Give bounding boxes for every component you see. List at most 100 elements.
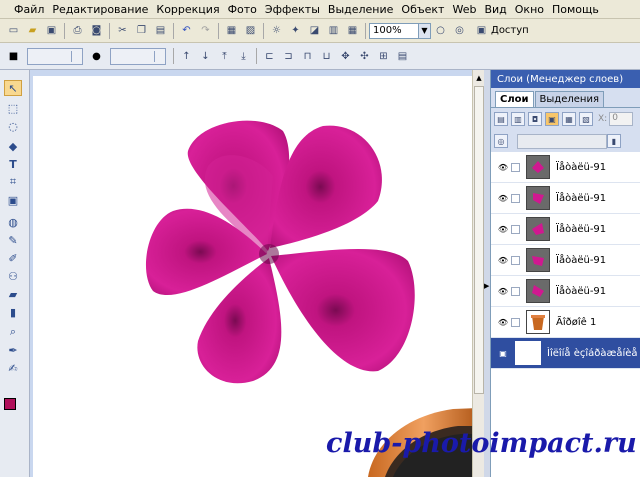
cut-icon[interactable]: ✂ — [114, 22, 131, 39]
open-folder-icon[interactable]: ▰ — [24, 22, 41, 39]
layer-checkbox[interactable] — [511, 255, 520, 265]
layer-new-icon[interactable]: ▤ — [494, 112, 508, 126]
tab-selections[interactable]: Выделения — [534, 91, 604, 107]
save-icon[interactable]: ▣ — [43, 22, 60, 39]
menu-file[interactable]: Файл — [10, 3, 48, 16]
arrow-down-icon[interactable]: ↓ — [197, 48, 214, 65]
menu-adjust[interactable]: Коррекция — [152, 3, 223, 16]
redo-icon[interactable]: ↷ — [197, 22, 214, 39]
vertical-scrollbar[interactable]: ▲ — [472, 70, 484, 477]
align-top-icon[interactable]: ⊔ — [318, 48, 335, 65]
text-tool-icon[interactable]: T — [4, 156, 22, 172]
levels-icon[interactable]: ▥ — [325, 22, 342, 39]
layer-row[interactable]: 👁 Ïåòàëü-91 — [491, 214, 640, 245]
align-center-icon[interactable]: ⊐ — [280, 48, 297, 65]
menu-window[interactable]: Окно — [511, 3, 548, 16]
move-center-icon[interactable]: ✣ — [356, 48, 373, 65]
enhance-icon[interactable]: ☼ — [268, 22, 285, 39]
collapse-arrow-icon[interactable]: ▶ — [484, 282, 489, 290]
eye-icon[interactable]: 👁 — [497, 163, 509, 172]
menu-edit[interactable]: Редактирование — [48, 3, 152, 16]
arrow-up-icon[interactable]: ↑ — [178, 48, 195, 65]
menu-web[interactable]: Web — [448, 3, 480, 16]
menu-help[interactable]: Помощь — [548, 3, 603, 16]
wand-icon[interactable]: ✦ — [287, 22, 304, 39]
eyedropper-tool-icon[interactable]: ✒ — [4, 342, 22, 358]
layer-row[interactable]: 👁 Ïåòàëü-91 — [491, 245, 640, 276]
distribute-icon[interactable]: ⊞ — [375, 48, 392, 65]
tab-layers[interactable]: Слои — [495, 91, 534, 107]
zoom-select[interactable]: 100% — [369, 22, 419, 39]
layer-checkbox[interactable] — [511, 317, 520, 327]
brush-tool-icon[interactable]: ✎ — [4, 232, 22, 248]
menu-photo[interactable]: Фото — [224, 3, 261, 16]
circle-icon[interactable]: ● — [88, 48, 105, 65]
scan-icon[interactable]: ◙ — [88, 22, 105, 39]
move-icon[interactable]: ✥ — [337, 48, 354, 65]
layer-row[interactable]: 👁 Ãîðøîê 1 — [491, 307, 640, 338]
layer-lock-icon[interactable]: ▦ — [562, 112, 576, 126]
height-spinner[interactable] — [110, 47, 166, 65]
zoom-out-icon[interactable]: ○ — [432, 22, 449, 39]
menu-effects[interactable]: Эффекты — [261, 3, 324, 16]
crop-tool-icon[interactable]: ⌗ — [4, 174, 22, 190]
layer-checkbox[interactable] — [511, 162, 520, 172]
align-right-icon[interactable]: ⊓ — [299, 48, 316, 65]
bucket-tool-icon[interactable]: ◍ — [4, 214, 22, 230]
menu-view[interactable]: Вид — [480, 3, 510, 16]
eye-icon[interactable]: 👁 — [497, 194, 509, 203]
arrow-top-icon[interactable]: ⤒ — [216, 48, 233, 65]
eye-icon[interactable]: 👁 — [497, 256, 509, 265]
scroll-up-icon[interactable]: ▲ — [474, 74, 484, 84]
pen-tool-icon[interactable]: ✍ — [4, 360, 22, 376]
foreground-color-swatch[interactable] — [4, 398, 16, 410]
fill-tool-icon[interactable]: ▮ — [4, 304, 22, 320]
arrow-bottom-icon[interactable]: ⤓ — [235, 48, 252, 65]
blend-mode-select[interactable] — [517, 133, 607, 149]
layer-checkbox[interactable] — [511, 193, 520, 203]
menu-object[interactable]: Объект — [397, 3, 448, 16]
eraser-tool-icon[interactable]: ▰ — [4, 286, 22, 302]
paste-icon[interactable]: ▤ — [152, 22, 169, 39]
image-icon[interactable]: ▨ — [242, 22, 259, 39]
layer-row[interactable]: 👁 Ïåòàëü-91 — [491, 276, 640, 307]
layer-link-icon[interactable]: ▧ — [579, 112, 593, 126]
grid-icon[interactable]: ▦ — [344, 22, 361, 39]
layer-checkbox[interactable] — [511, 224, 520, 234]
eye-icon[interactable]: 👁 — [497, 318, 509, 327]
zoom-in-icon[interactable]: ◎ — [451, 22, 468, 39]
shape-tool-icon[interactable]: ◆ — [4, 138, 22, 154]
clone-tool-icon[interactable]: ⚇ — [4, 268, 22, 284]
square-icon[interactable]: ■ — [5, 48, 22, 65]
x-input[interactable]: 0 — [609, 112, 634, 126]
layer-row[interactable]: 👁 Ïåòàëü-91 — [491, 183, 640, 214]
layer-merge-icon[interactable]: ▥ — [511, 112, 525, 126]
selection-tool-icon[interactable]: ⬚ — [4, 100, 22, 116]
pick-tool-icon[interactable]: ↖ — [4, 80, 22, 96]
chevron-down-icon[interactable]: ▼ — [419, 22, 431, 39]
layer-checkbox[interactable] — [511, 286, 520, 296]
lasso-tool-icon[interactable]: ◌ — [4, 118, 22, 134]
layer-row-base-image[interactable]: ▣ Ìîëîíå èçîáðàæåíèå — [491, 338, 640, 369]
eye-icon[interactable]: 👁 — [497, 225, 509, 234]
image-canvas[interactable] — [33, 76, 479, 477]
width-spinner[interactable] — [27, 47, 83, 65]
eye-icon[interactable]: 👁 — [497, 287, 509, 296]
scrollbar-thumb[interactable] — [474, 86, 484, 394]
align-left-icon[interactable]: ⊏ — [261, 48, 278, 65]
brush-icon[interactable]: ◪ — [306, 22, 323, 39]
print-icon[interactable]: ⎙ — [69, 22, 86, 39]
capture-icon[interactable]: ▦ — [223, 22, 240, 39]
undo-icon[interactable]: ↶ — [178, 22, 195, 39]
retouch-tool-icon[interactable]: ✐ — [4, 250, 22, 266]
layer-props-icon[interactable]: ◘ — [528, 112, 542, 126]
transform-tool-icon[interactable]: ▣ — [4, 192, 22, 208]
zoom-tool-icon[interactable]: ⌕ — [4, 324, 22, 340]
access-button[interactable]: ▣ Доступ — [472, 22, 529, 39]
copy-icon[interactable]: ❐ — [133, 22, 150, 39]
group-icon[interactable]: ▤ — [394, 48, 411, 65]
layer-row[interactable]: 👁 Ïåòàëü-91 — [491, 152, 640, 183]
base-image-icon[interactable]: ▣ — [497, 349, 509, 358]
menu-selection[interactable]: Выделение — [324, 3, 398, 16]
new-file-icon[interactable]: ▭ — [5, 22, 22, 39]
